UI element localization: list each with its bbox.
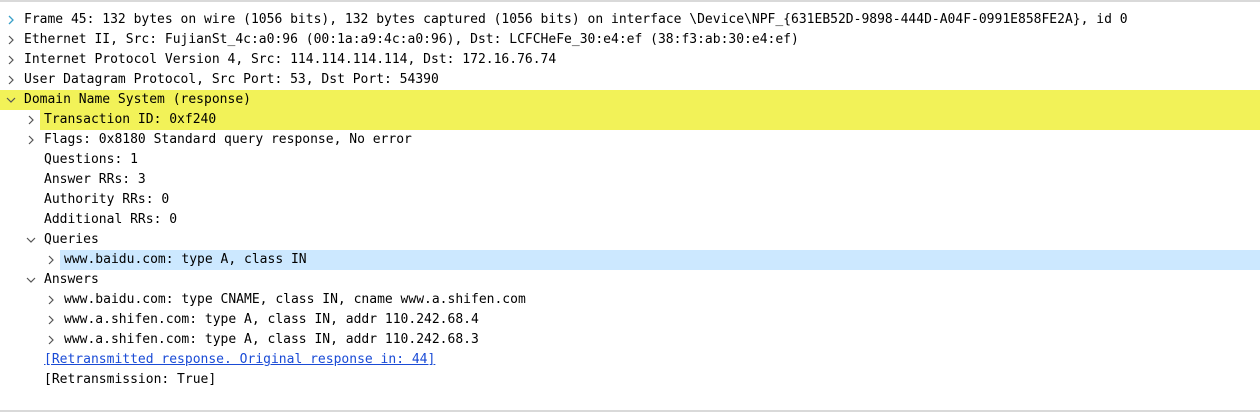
tree-row-label: Internet Protocol Version 4, Src: 114.11… [24, 52, 557, 67]
tree-row-answers[interactable]: Answers [0, 270, 1260, 290]
tree-row-ethernet[interactable]: Ethernet II, Src: FujianSt_4c:a0:96 (00:… [0, 30, 1260, 50]
original-response-link[interactable]: [Retransmitted response. Original respon… [44, 350, 435, 370]
tree-row-query-item[interactable]: www.baidu.com: type A, class IN [0, 250, 1260, 270]
tree-row-label: www.a.shifen.com: type A, class IN, addr… [64, 312, 479, 327]
chevron-right-icon[interactable] [25, 130, 37, 150]
tree-row-label: Answer RRs: 3 [44, 172, 146, 187]
chevron-down-icon[interactable] [5, 90, 17, 110]
packet-details-tree: Frame 45: 132 bytes on wire (1056 bits),… [0, 10, 1260, 390]
tree-row-answer-a-1[interactable]: www.a.shifen.com: type A, class IN, addr… [0, 310, 1260, 330]
tree-row-label: Ethernet II, Src: FujianSt_4c:a0:96 (00:… [24, 32, 799, 47]
chevron-down-icon[interactable] [25, 270, 37, 290]
tree-row-dns[interactable]: Domain Name System (response) [0, 90, 1260, 110]
tree-row-ipv4[interactable]: Internet Protocol Version 4, Src: 114.11… [0, 50, 1260, 70]
tree-row-retransmitted-response[interactable]: [Retransmitted response. Original respon… [0, 350, 1260, 370]
tree-row-label: User Datagram Protocol, Src Port: 53, Ds… [24, 72, 439, 87]
tree-row-authority-rrs[interactable]: Authority RRs: 0 [0, 190, 1260, 210]
tree-row-frame[interactable]: Frame 45: 132 bytes on wire (1056 bits),… [0, 10, 1260, 30]
chevron-right-icon[interactable] [45, 330, 57, 350]
tree-row-label: www.a.shifen.com: type A, class IN, addr… [64, 332, 479, 347]
chevron-right-icon[interactable] [5, 70, 17, 90]
top-divider [0, 0, 1260, 2]
chevron-down-icon[interactable] [25, 230, 37, 250]
tree-row-label: [Retransmission: True] [44, 372, 217, 387]
tree-row-retransmission[interactable]: [Retransmission: True] [0, 370, 1260, 390]
tree-row-queries[interactable]: Queries [0, 230, 1260, 250]
tree-row-label: Frame 45: 132 bytes on wire (1056 bits),… [24, 12, 1128, 27]
tree-row-answer-rrs[interactable]: Answer RRs: 3 [0, 170, 1260, 190]
tree-row-label: Authority RRs: 0 [44, 192, 170, 207]
chevron-right-icon[interactable] [45, 290, 57, 310]
tree-row-label: Queries [44, 232, 99, 247]
tree-row-label: Additional RRs: 0 [44, 212, 178, 227]
tree-row-questions[interactable]: Questions: 1 [0, 150, 1260, 170]
tree-row-label: Questions: 1 [44, 152, 138, 167]
tree-row-transaction-id[interactable]: Transaction ID: 0xf240 [0, 110, 1260, 130]
tree-row-additional-rrs[interactable]: Additional RRs: 0 [0, 210, 1260, 230]
chevron-right-icon[interactable] [5, 10, 17, 30]
tree-row-answer-a-2[interactable]: www.a.shifen.com: type A, class IN, addr… [0, 330, 1260, 350]
tree-row-udp[interactable]: User Datagram Protocol, Src Port: 53, Ds… [0, 70, 1260, 90]
chevron-right-icon[interactable] [5, 30, 17, 50]
tree-row-answer-cname[interactable]: www.baidu.com: type CNAME, class IN, cna… [0, 290, 1260, 310]
chevron-right-icon[interactable] [5, 50, 17, 70]
chevron-right-icon[interactable] [25, 110, 37, 130]
tree-row-label: Answers [44, 272, 99, 287]
tree-row-flags[interactable]: Flags: 0x8180 Standard query response, N… [0, 130, 1260, 150]
tree-row-label: Flags: 0x8180 Standard query response, N… [44, 132, 412, 147]
tree-row-label: Transaction ID: 0xf240 [40, 110, 1260, 130]
tree-row-label: Domain Name System (response) [24, 92, 251, 107]
chevron-right-icon[interactable] [45, 310, 57, 330]
tree-row-label: www.baidu.com: type A, class IN [60, 250, 1260, 270]
chevron-right-icon[interactable] [45, 250, 57, 270]
tree-row-label: www.baidu.com: type CNAME, class IN, cna… [64, 292, 526, 307]
